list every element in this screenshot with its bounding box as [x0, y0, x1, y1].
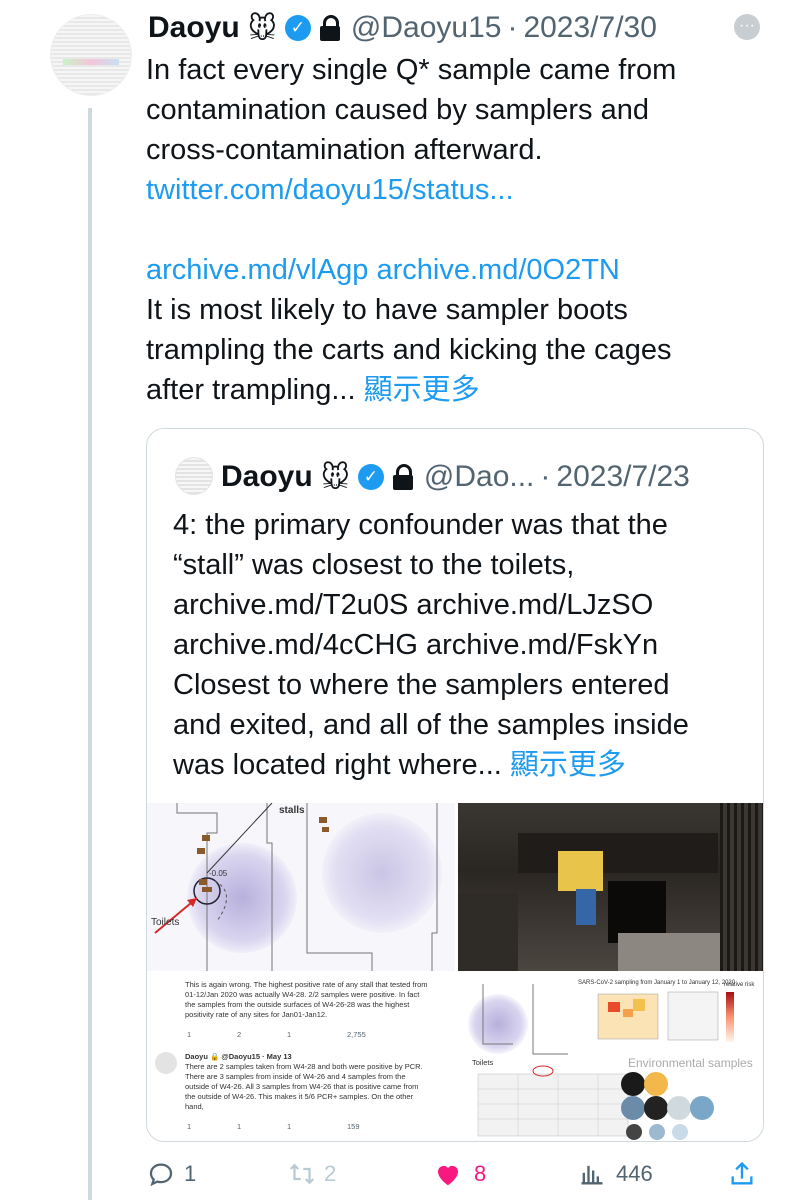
quoted-text-line: and exited, and all of the samples insid…	[173, 709, 689, 741]
figure-toilets-label: Toilets	[472, 1058, 494, 1067]
map-image[interactable]: stalls Toilets -0.05	[147, 803, 455, 971]
figure-legend-title: relative risk	[724, 982, 755, 988]
quoted-text-last-line: was located right where... 顯示更多	[173, 745, 626, 785]
embedded-reply-line: There are 3 samples from inside of W4-26…	[185, 1072, 406, 1081]
archive-link-2[interactable]: archive.md/0O2TN	[377, 254, 620, 286]
like-button[interactable]: 8	[432, 1156, 486, 1192]
embedded-stat-replies: 1	[187, 1122, 192, 1131]
embedded-stat-views: 2,755	[347, 1030, 366, 1039]
separator-dot: ·	[540, 460, 551, 493]
quoted-author-handle: @Dao...	[423, 460, 535, 493]
archive-link-1[interactable]: archive.md/vlAgp	[146, 254, 368, 286]
tweet-action-bar: 1 2 8 446	[146, 1156, 766, 1192]
reply-button[interactable]: 1	[146, 1156, 196, 1192]
separator-dot: ·	[507, 11, 518, 44]
heart-icon	[438, 1165, 458, 1186]
more-options-button[interactable]: ···	[734, 14, 760, 40]
tweet-text-line: contamination caused by samplers and	[146, 94, 649, 126]
verified-badge-icon: ✓	[357, 464, 384, 490]
retweet-button[interactable]: 2	[286, 1156, 336, 1192]
thread-connector-line	[88, 108, 92, 1200]
embedded-reply-line: outside of W4-26. All 3 samples from W4-…	[185, 1082, 419, 1091]
views-chart-icon	[581, 1165, 603, 1185]
figure-env-label: Environmental samples	[628, 1056, 753, 1070]
quoted-text-truncated: was located right where...	[173, 749, 502, 781]
author-name[interactable]: Daoyu	[148, 11, 240, 45]
tweet-text-truncated: after trampling...	[146, 374, 356, 406]
quoted-show-more-link[interactable]: 顯示更多	[510, 749, 626, 781]
quoted-author-name: Daoyu	[221, 460, 313, 493]
share-button[interactable]	[728, 1156, 756, 1192]
embedded-reply-line: hand,	[185, 1102, 204, 1111]
media-grid: stalls Toilets -0.05 This is again wrong…	[147, 803, 763, 1141]
embedded-stat-views: 159	[347, 1122, 360, 1131]
quoted-text-line: Closest to where the samplers entered	[173, 669, 670, 701]
tweet-header: Daoyu 🐭 ✓ @Daoyu15 · 2023/7/30	[148, 8, 657, 48]
quoted-text-line: “stall” was closest to the toilets,	[173, 549, 575, 581]
reply-count: 1	[184, 1161, 197, 1186]
mouse-emoji: 🐭	[247, 12, 277, 44]
share-icon	[731, 1161, 753, 1185]
figure-composite-image[interactable]: SARS-CoV-2 sampling from January 1 to Ja…	[458, 974, 763, 1141]
embedded-text-line: positivity rate of any sites for Jan01-J…	[185, 1010, 328, 1019]
embedded-reply-line: the outside of W4-26. This makes it 5/6 …	[185, 1092, 414, 1101]
lock-icon	[319, 15, 341, 41]
toilets-label: Toilets	[151, 917, 180, 928]
quoted-text-line: archive.md/4cCHG archive.md/FskYn	[173, 629, 659, 661]
tweet-text-line: In fact every single Q* sample came from	[146, 54, 677, 86]
quoted-tweet-header: Daoyu 🐭 ✓ @Dao... · 2023/7/23	[221, 457, 690, 497]
show-more-link[interactable]: 顯示更多	[364, 374, 480, 406]
quoted-tweet-date: 2023/7/23	[556, 460, 690, 493]
stalls-label: stalls	[279, 805, 305, 816]
author-avatar[interactable]	[50, 14, 132, 96]
figure-title: SARS-CoV-2 sampling from January 1 to Ja…	[578, 980, 736, 986]
embedded-text-line: 01-12/Jan 2020 was actually W4-28. 2/2 s…	[185, 990, 420, 999]
tweet-text-line: cross-contamination afterward.	[146, 134, 543, 166]
embedded-stat-replies: 1	[187, 1030, 192, 1039]
embedded-reply-line: There are 2 samples taken from W4-28 and…	[185, 1062, 423, 1071]
quoted-text-line: 4: the primary confounder was that the	[173, 509, 668, 541]
embedded-stat-retweets: 2	[237, 1030, 242, 1039]
quoted-author-avatar	[175, 457, 213, 495]
tweet-text-line: trampling the carts and kicking the cage…	[146, 334, 672, 366]
embedded-reply-header: Daoyu 🔒 @Daoyu15 · May 13	[185, 1052, 292, 1061]
status-link[interactable]: twitter.com/daoyu15/status...	[146, 170, 514, 210]
embedded-text-line: This is again wrong. The highest positiv…	[185, 980, 428, 989]
quoted-tweet-card[interactable]: Daoyu 🐭 ✓ @Dao... · 2023/7/23 4: the pri…	[146, 428, 764, 1142]
archive-links-line: archive.md/vlAgp archive.md/0O2TN	[146, 250, 620, 290]
retweet-icon	[289, 1163, 315, 1185]
mouse-emoji: 🐭	[320, 461, 350, 493]
embedded-stat-likes: 1	[287, 1122, 292, 1131]
tweet-text-line: It is most likely to have sampler boots	[146, 294, 628, 326]
contour-value-label: -0.05	[209, 869, 228, 878]
reply-icon	[149, 1163, 173, 1187]
lock-icon	[392, 464, 414, 490]
embedded-tweet-screenshot[interactable]: This is again wrong. The highest positiv…	[147, 974, 455, 1141]
view-count: 446	[616, 1161, 653, 1186]
tweet-text-last-line: after trampling... 顯示更多	[146, 370, 480, 410]
embedded-text-line: the samples from the outside surfaces of…	[185, 1000, 410, 1009]
like-count: 8	[474, 1161, 487, 1186]
verified-badge-icon: ✓	[284, 15, 311, 41]
retweet-count: 2	[324, 1161, 337, 1186]
embedded-stat-retweets: 1	[237, 1122, 242, 1131]
quoted-text-line: archive.md/T2u0S archive.md/LJzSO	[173, 589, 654, 621]
market-photo[interactable]	[458, 803, 763, 971]
embedded-stat-likes: 1	[287, 1030, 292, 1039]
tweet-date[interactable]: 2023/7/30	[523, 11, 656, 45]
views-button[interactable]: 446	[578, 1156, 653, 1192]
author-handle[interactable]: @Daoyu15	[351, 11, 502, 45]
